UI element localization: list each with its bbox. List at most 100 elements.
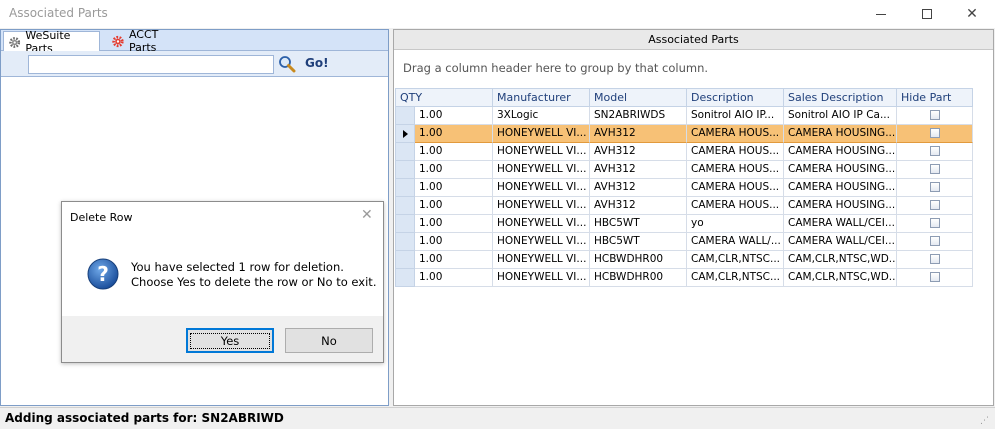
table-cell[interactable]: 1.00 bbox=[415, 107, 493, 125]
table-cell[interactable]: HONEYWELL VI... bbox=[493, 125, 590, 143]
group-by-hint[interactable]: Drag a column header here to group by th… bbox=[403, 61, 708, 75]
table-cell[interactable]: HBC5WT bbox=[590, 233, 687, 251]
row-indicator[interactable] bbox=[396, 161, 415, 179]
table-cell[interactable]: HONEYWELL VI... bbox=[493, 161, 590, 179]
hide-part-checkbox[interactable] bbox=[929, 254, 940, 264]
table-cell[interactable]: CAMERA HOUSING... bbox=[784, 125, 897, 143]
row-indicator[interactable] bbox=[396, 197, 415, 215]
table-cell[interactable]: 1.00 bbox=[415, 125, 493, 143]
table-cell[interactable]: CAMERA WALL/CEI... bbox=[784, 233, 897, 251]
table-cell[interactable]: CAM,CLR,NTSC,WD... bbox=[784, 269, 897, 287]
table-cell[interactable]: HBC5WT bbox=[590, 215, 687, 233]
table-cell[interactable]: CAMERA HOUS... bbox=[687, 161, 784, 179]
table-cell[interactable]: 1.00 bbox=[415, 269, 493, 287]
dialog-close-icon[interactable]: ✕ bbox=[361, 207, 373, 223]
table-cell[interactable]: HONEYWELL VI... bbox=[493, 179, 590, 197]
table-cell[interactable]: CAMERA HOUS... bbox=[687, 125, 784, 143]
table-cell[interactable]: 1.00 bbox=[415, 179, 493, 197]
table-cell[interactable]: 1.00 bbox=[415, 161, 493, 179]
table-cell[interactable]: AVH312 bbox=[590, 125, 687, 143]
table-cell[interactable]: CAMERA HOUSING... bbox=[784, 197, 897, 215]
table-cell[interactable]: 1.00 bbox=[415, 233, 493, 251]
row-indicator[interactable] bbox=[396, 143, 415, 161]
table-cell[interactable]: HONEYWELL VI... bbox=[493, 233, 590, 251]
row-indicator[interactable] bbox=[396, 251, 415, 269]
table-cell[interactable]: HONEYWELL VI... bbox=[493, 269, 590, 287]
table-cell[interactable]: AVH312 bbox=[590, 197, 687, 215]
table-cell[interactable]: HONEYWELL VI... bbox=[493, 215, 590, 233]
table-row[interactable]: 1.00 HONEYWELL VI... AVH312 CAMERA HOUS... C… bbox=[396, 143, 973, 161]
table-cell[interactable]: AVH312 bbox=[590, 143, 687, 161]
maximize-button[interactable] bbox=[904, 0, 950, 28]
hide-part-checkbox[interactable] bbox=[929, 146, 940, 156]
tab-acct-parts[interactable]: ACCT Parts bbox=[107, 28, 191, 54]
go-button[interactable]: Go! bbox=[305, 56, 329, 70]
table-cell[interactable]: CAMERA HOUS... bbox=[687, 197, 784, 215]
table-row[interactable]: 1.00 3XLogic SN2ABRIWDS Sonitrol AIO IP... S… bbox=[396, 107, 973, 125]
table-row[interactable]: 1.00 HONEYWELL VI... AVH312 CAMERA HOUS... C… bbox=[396, 161, 973, 179]
hide-part-checkbox[interactable] bbox=[929, 110, 940, 120]
table-cell[interactable]: CAMERA HOUSING... bbox=[784, 179, 897, 197]
table-cell[interactable]: HCBWDHR00 bbox=[590, 251, 687, 269]
resize-grip-icon[interactable]: ⋰ bbox=[980, 416, 990, 426]
table-row[interactable]: 1.00 HONEYWELL VI... HBC5WT CAMERA WALL/...… bbox=[396, 233, 973, 251]
minimize-button[interactable] bbox=[858, 0, 904, 28]
table-cell[interactable]: 1.00 bbox=[415, 215, 493, 233]
table-cell[interactable]: Sonitrol AIO IP Ca... bbox=[784, 107, 897, 125]
row-indicator[interactable] bbox=[396, 269, 415, 287]
table-cell[interactable]: CAM,CLR,NTSC,WD... bbox=[784, 251, 897, 269]
row-indicator[interactable] bbox=[396, 179, 415, 197]
table-cell[interactable]: HONEYWELL VI... bbox=[493, 197, 590, 215]
table-cell[interactable]: CAM,CLR,NTSC... bbox=[687, 269, 784, 287]
table-cell[interactable]: CAM,CLR,NTSC... bbox=[687, 251, 784, 269]
table-cell[interactable]: 1.00 bbox=[415, 197, 493, 215]
column-header-hide-part[interactable]: Hide Part bbox=[897, 89, 973, 107]
gear-icon bbox=[9, 36, 21, 48]
table-row[interactable]: 1.00 HONEYWELL VI... AVH312 CAMERA HOUS... C… bbox=[396, 125, 973, 143]
table-cell[interactable]: 3XLogic bbox=[493, 107, 590, 125]
hide-part-checkbox[interactable] bbox=[929, 182, 940, 192]
table-cell[interactable]: CAMERA HOUSING... bbox=[784, 161, 897, 179]
row-indicator[interactable] bbox=[396, 125, 415, 143]
hide-part-checkbox[interactable] bbox=[929, 164, 940, 174]
table-cell[interactable]: 1.00 bbox=[415, 143, 493, 161]
table-row[interactable]: 1.00 HONEYWELL VI... AVH312 CAMERA HOUS... C… bbox=[396, 197, 973, 215]
hide-part-checkbox[interactable] bbox=[929, 200, 940, 210]
row-indicator[interactable] bbox=[396, 107, 415, 125]
row-indicator[interactable] bbox=[396, 215, 415, 233]
column-header-description[interactable]: Description bbox=[687, 89, 784, 107]
table-row[interactable]: 1.00 HONEYWELL VI... HCBWDHR00 CAM,CLR,NTSC… bbox=[396, 251, 973, 269]
table-cell[interactable]: AVH312 bbox=[590, 161, 687, 179]
search-icon[interactable] bbox=[278, 55, 296, 73]
table-cell[interactable]: CAMERA WALL/CEI... bbox=[784, 215, 897, 233]
row-indicator[interactable] bbox=[396, 233, 415, 251]
column-header-qty[interactable]: QTY bbox=[396, 89, 493, 107]
table-cell[interactable]: 1.00 bbox=[415, 251, 493, 269]
hide-part-checkbox[interactable] bbox=[929, 128, 940, 138]
search-input[interactable] bbox=[28, 55, 274, 74]
table-cell[interactable]: yo bbox=[687, 215, 784, 233]
close-button[interactable]: ✕ bbox=[949, 0, 995, 28]
no-button[interactable]: No bbox=[285, 328, 373, 353]
column-header-model[interactable]: Model bbox=[590, 89, 687, 107]
table-cell[interactable]: CAMERA HOUS... bbox=[687, 143, 784, 161]
hide-part-checkbox[interactable] bbox=[929, 236, 940, 246]
table-cell[interactable]: AVH312 bbox=[590, 179, 687, 197]
column-header-manufacturer[interactable]: Manufacturer bbox=[493, 89, 590, 107]
table-cell[interactable]: Sonitrol AIO IP... bbox=[687, 107, 784, 125]
table-cell[interactable]: SN2ABRIWDS bbox=[590, 107, 687, 125]
hide-part-checkbox[interactable] bbox=[929, 272, 940, 282]
column-header-sales-description[interactable]: Sales Description bbox=[784, 89, 897, 107]
table-cell[interactable]: CAMERA HOUS... bbox=[687, 179, 784, 197]
table-cell[interactable]: HONEYWELL VI... bbox=[493, 143, 590, 161]
table-cell[interactable]: HCBWDHR00 bbox=[590, 269, 687, 287]
yes-button[interactable]: Yes bbox=[186, 328, 274, 353]
table-row[interactable]: 1.00 HONEYWELL VI... HCBWDHR00 CAM,CLR,NTSC… bbox=[396, 269, 973, 287]
table-row[interactable]: 1.00 HONEYWELL VI... AVH312 CAMERA HOUS... C… bbox=[396, 179, 973, 197]
table-row[interactable]: 1.00 HONEYWELL VI... HBC5WT yo CAMERA WALL/C… bbox=[396, 215, 973, 233]
table-cell[interactable]: CAMERA HOUSING... bbox=[784, 143, 897, 161]
table-cell[interactable]: HONEYWELL VI... bbox=[493, 251, 590, 269]
hide-part-checkbox[interactable] bbox=[929, 218, 940, 228]
table-cell[interactable]: CAMERA WALL/... bbox=[687, 233, 784, 251]
tab-wesuite-parts[interactable]: WeSuite Parts bbox=[3, 29, 100, 55]
